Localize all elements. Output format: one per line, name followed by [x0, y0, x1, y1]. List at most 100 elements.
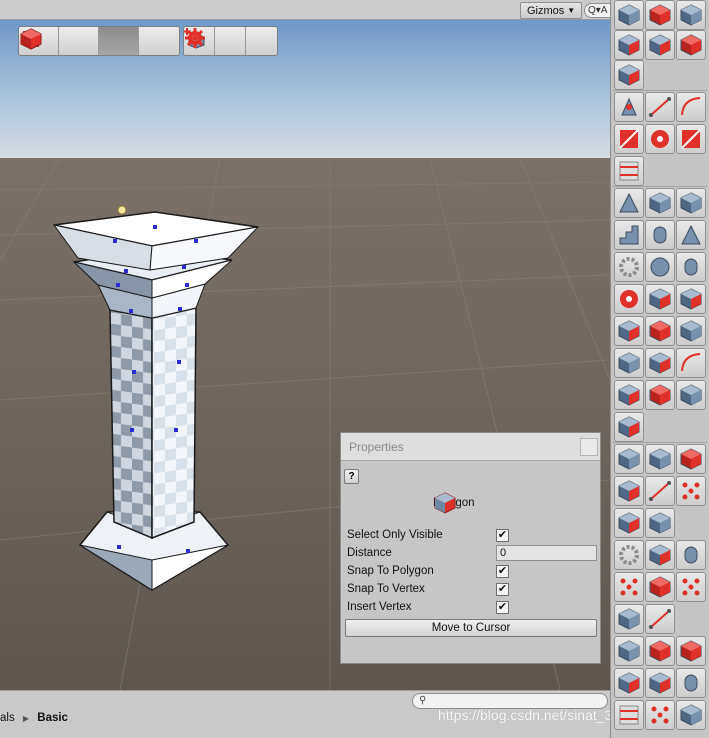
snap-to-vertex-checkbox[interactable]: ✔	[496, 583, 509, 596]
palette-tool-button[interactable]	[676, 124, 706, 154]
element-mode-button[interactable]	[20, 27, 99, 55]
palette-tool-button[interactable]	[614, 636, 644, 666]
select-only-visible-checkbox[interactable]: ✔	[496, 529, 509, 542]
scene-search-input[interactable]: Q▾A	[584, 3, 610, 18]
tool-icon	[681, 97, 701, 116]
palette-tool-button[interactable]	[645, 124, 675, 154]
palette-tool-button[interactable]	[614, 284, 644, 314]
palette-tool-button[interactable]	[614, 30, 644, 60]
palette-tool-button[interactable]	[676, 252, 706, 282]
tool-icon	[653, 226, 667, 244]
palette-tool-button[interactable]	[645, 444, 675, 474]
palette-tool-button[interactable]	[645, 92, 675, 122]
tool-icon	[681, 224, 701, 245]
palette-tool-button[interactable]	[676, 700, 706, 730]
tool-icon	[649, 384, 671, 406]
palette-tool-button[interactable]	[676, 0, 706, 30]
tool-icon	[619, 705, 639, 725]
breadcrumb: als ▶ Basic	[0, 711, 68, 726]
snap-to-polygon-checkbox[interactable]: ✔	[496, 565, 509, 578]
palette-tool-button[interactable]	[676, 668, 706, 698]
distance-label: Distance	[347, 547, 392, 559]
tool-icon	[649, 34, 671, 56]
palette-tool-button[interactable]	[614, 60, 644, 90]
tool-icon	[618, 4, 640, 26]
breadcrumb-current[interactable]: Basic	[37, 712, 68, 724]
palette-tool-button[interactable]	[645, 476, 675, 506]
palette-tool-button[interactable]	[645, 700, 675, 730]
palette-tool-button[interactable]	[645, 380, 675, 410]
palette-tool-button[interactable]	[676, 572, 706, 602]
palette-tool-button[interactable]	[676, 92, 706, 122]
palette-tool-button[interactable]	[645, 30, 675, 60]
vertex-snap-button[interactable]	[185, 27, 277, 55]
palette-tool-button[interactable]	[645, 0, 675, 30]
tool-icon	[649, 672, 671, 694]
breadcrumb-item[interactable]: als	[0, 712, 15, 724]
palette-tool-button[interactable]	[614, 252, 644, 282]
snap-to-vertex-label: Snap To Vertex	[347, 583, 425, 595]
tool-icon	[681, 353, 701, 372]
palette-tool-button[interactable]	[676, 284, 706, 314]
palette-tool-button[interactable]	[614, 0, 644, 30]
palette-tool-button[interactable]	[645, 508, 675, 538]
palette-tool-button[interactable]	[614, 572, 644, 602]
tool-icon	[619, 225, 639, 245]
palette-tool-button[interactable]	[645, 316, 675, 346]
palette-tool-button[interactable]	[645, 188, 675, 218]
tool-icon	[618, 448, 640, 470]
palette-tool-button[interactable]	[676, 30, 706, 60]
palette-tool-button[interactable]	[645, 220, 675, 250]
tool-icon	[618, 34, 640, 56]
palette-tool-button[interactable]	[614, 92, 644, 122]
vertex-mode-button[interactable]	[20, 27, 179, 55]
palette-tool-button[interactable]	[645, 636, 675, 666]
palette-tool-button[interactable]	[645, 668, 675, 698]
scene-view[interactable]: Gizmos ▼ Q▾A Properties ? Select Only Vi…	[0, 0, 610, 690]
palette-tool-button[interactable]	[614, 316, 644, 346]
palette-tool-button[interactable]	[645, 604, 675, 634]
palette-tool-button[interactable]	[676, 380, 706, 410]
palette-tool-button[interactable]	[614, 604, 644, 634]
palette-tool-button[interactable]	[676, 348, 706, 378]
palette-tool-button[interactable]	[676, 444, 706, 474]
distance-field[interactable]: 0	[496, 545, 597, 561]
palette-tool-button[interactable]	[614, 700, 644, 730]
palette-tool-button[interactable]	[614, 188, 644, 218]
palette-tool-button[interactable]	[614, 124, 644, 154]
palette-tool-button[interactable]	[676, 188, 706, 218]
palette-tool-button[interactable]	[676, 316, 706, 346]
palette-tool-button[interactable]	[676, 540, 706, 570]
palette-tool-button[interactable]	[645, 572, 675, 602]
palette-tool-button[interactable]	[614, 380, 644, 410]
palette-tool-button[interactable]	[614, 156, 644, 186]
palette-tool-button[interactable]	[645, 252, 675, 282]
palette-tool-button[interactable]	[614, 220, 644, 250]
tool-icon	[680, 34, 702, 56]
move-to-cursor-button[interactable]: Move to Cursor	[345, 619, 597, 637]
palette-tool-button[interactable]	[614, 668, 644, 698]
palette-tool-button[interactable]	[676, 476, 706, 506]
palette-tool-button[interactable]	[676, 220, 706, 250]
properties-title-bar[interactable]: Properties	[341, 433, 600, 461]
close-button[interactable]	[580, 438, 598, 456]
palette-tool-button[interactable]	[614, 348, 644, 378]
snap-to-vertex-row: Snap To Vertex ✔	[347, 580, 599, 598]
settings-button[interactable]	[185, 27, 246, 55]
gizmos-dropdown[interactable]: Gizmos ▼	[520, 2, 583, 19]
tool-icon	[680, 192, 702, 214]
palette-tool-button[interactable]	[645, 540, 675, 570]
palette-tool-button[interactable]	[614, 476, 644, 506]
red-cube-icon	[20, 28, 42, 50]
palette-tool-button[interactable]	[614, 412, 644, 442]
palette-tool-button[interactable]	[676, 636, 706, 666]
insert-vertex-checkbox[interactable]: ✔	[496, 601, 509, 614]
palette-tool-button[interactable]	[614, 508, 644, 538]
palette-tool-button[interactable]	[645, 284, 675, 314]
palette-tool-button[interactable]	[614, 444, 644, 474]
help-button[interactable]: ?	[344, 469, 359, 484]
tool-icon	[684, 546, 698, 564]
palette-tool-button[interactable]	[614, 540, 644, 570]
face-mode-button[interactable]	[20, 27, 139, 55]
palette-tool-button[interactable]	[645, 348, 675, 378]
